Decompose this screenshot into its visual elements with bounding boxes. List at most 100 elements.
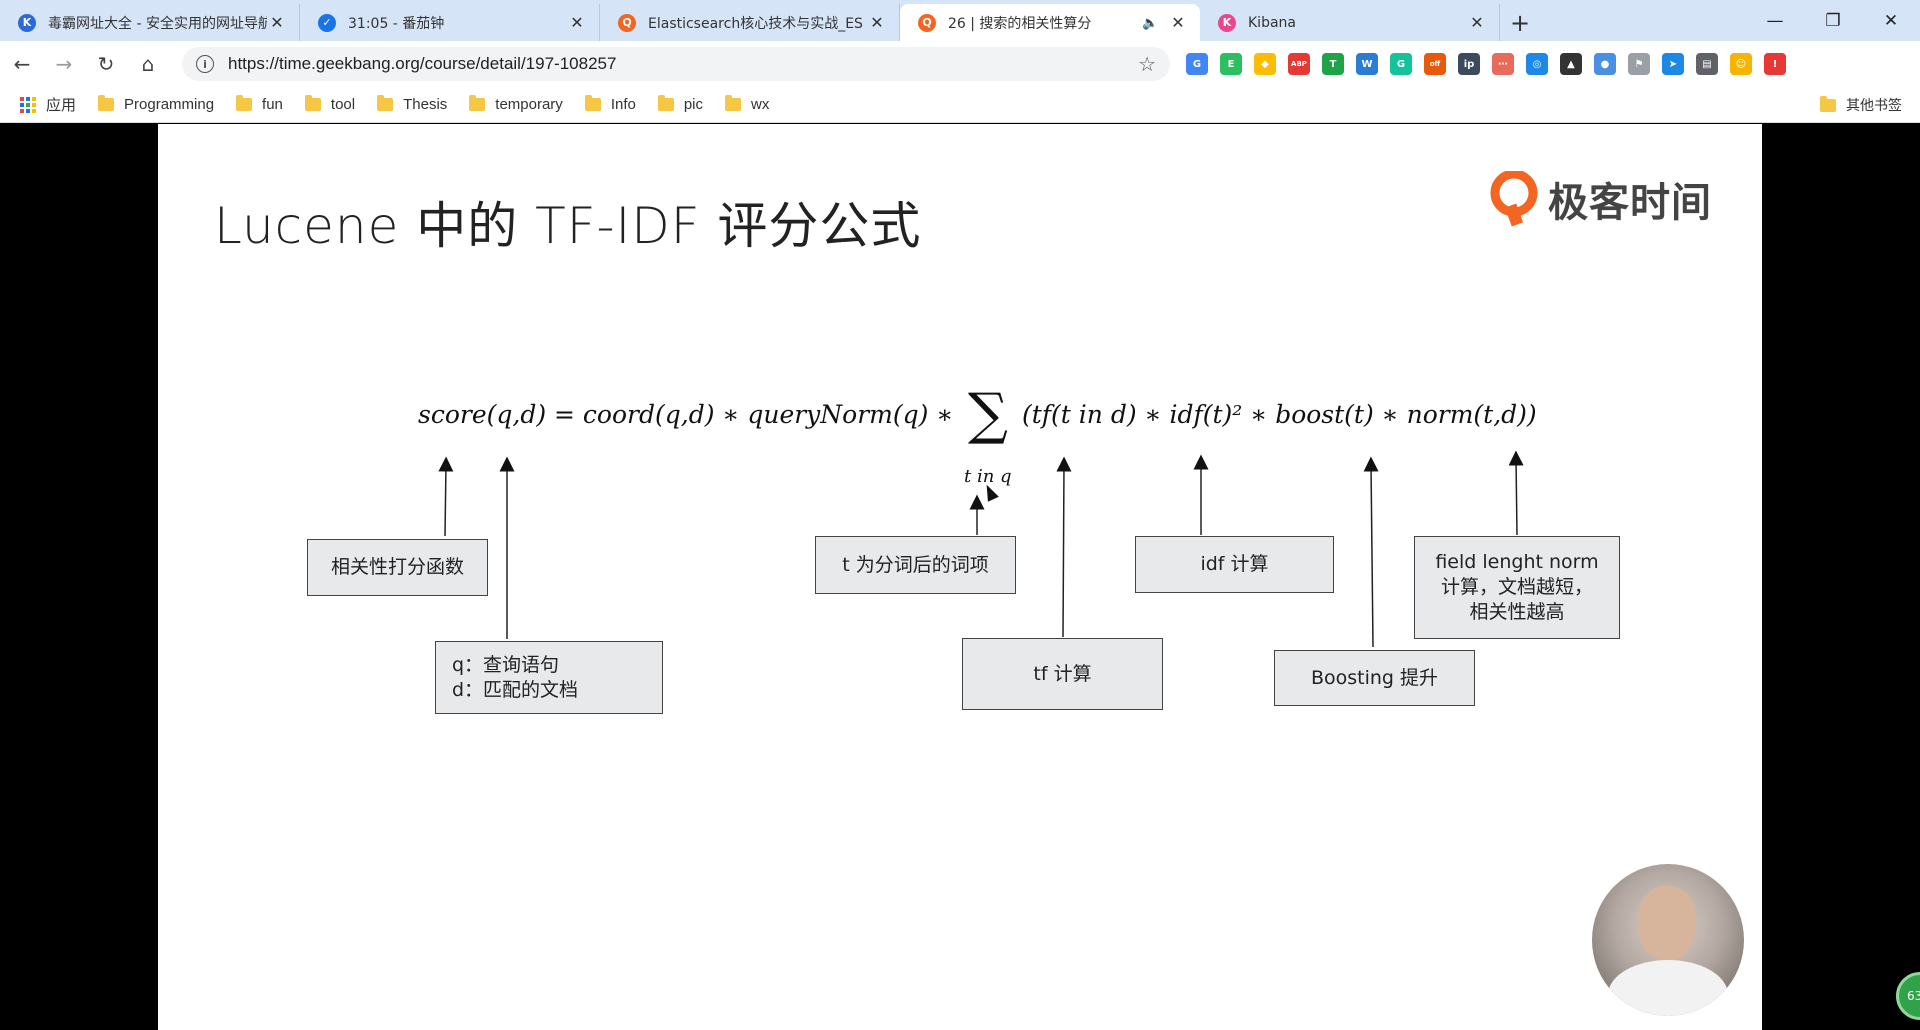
bookmark-label: tool bbox=[330, 96, 356, 113]
bookmark-0[interactable]: 应用 bbox=[20, 94, 76, 115]
reload-button[interactable]: ↻ bbox=[86, 44, 126, 84]
tab-close-icon[interactable]: ✕ bbox=[267, 13, 287, 33]
bookmark-star-icon[interactable]: ☆ bbox=[1138, 52, 1156, 76]
circle-icon[interactable]: ● bbox=[1594, 53, 1616, 75]
box-boosting: Boosting 提升 bbox=[1274, 650, 1475, 706]
box-norm-line-3: 相关性越高 bbox=[1469, 600, 1565, 623]
alert-icon[interactable]: ! bbox=[1764, 53, 1786, 75]
box-d-line: d：匹配的文档 bbox=[452, 678, 579, 701]
back-button[interactable]: ← bbox=[2, 44, 42, 84]
tab-favicon-icon: Q bbox=[618, 13, 636, 32]
bookmark-label: temporary bbox=[495, 96, 563, 113]
adblock-icon[interactable]: ABP bbox=[1288, 53, 1310, 75]
presenter-head bbox=[1638, 886, 1696, 960]
folder-icon bbox=[725, 95, 742, 111]
tab-0[interactable]: K 毒霸网址大全 - 安全实用的网址导航 ✕ bbox=[0, 4, 300, 41]
shield-icon[interactable]: T bbox=[1322, 53, 1344, 75]
box-score-function-text: 相关性打分函数 bbox=[330, 556, 464, 579]
tab-close-icon[interactable]: ✕ bbox=[1168, 13, 1188, 33]
folder-icon bbox=[584, 95, 601, 111]
evernote-icon[interactable]: E bbox=[1220, 53, 1242, 75]
bookmark-label: Thesis bbox=[403, 96, 448, 113]
tab-3[interactable]: Q 26 | 搜索的相关性算分 🔈 ✕ bbox=[900, 4, 1200, 41]
bookmark-7[interactable]: pic bbox=[657, 95, 704, 113]
doc-icon[interactable]: ▤ bbox=[1696, 53, 1718, 75]
tab-favicon-icon: Q bbox=[918, 13, 936, 32]
floating-badge[interactable]: 63 bbox=[1896, 972, 1920, 1020]
address-url[interactable]: https://time.geekbang.org/course/detail/… bbox=[228, 54, 1138, 74]
slide: Lucene 中的 TF-IDF 评分公式 极客时间 score(q,d) = … bbox=[158, 124, 1762, 1030]
box-tf: tf 计算 bbox=[962, 638, 1163, 710]
sigma-symbol: ∑ bbox=[968, 382, 1008, 447]
folder-icon bbox=[469, 95, 486, 111]
globe-icon[interactable]: ◎ bbox=[1526, 53, 1548, 75]
bookmark-label: Programming bbox=[124, 96, 215, 113]
restore-button[interactable]: ❐ bbox=[1804, 0, 1862, 41]
bookmark-4[interactable]: Thesis bbox=[377, 95, 448, 113]
window-controls: — ❐ ✕ bbox=[1746, 0, 1920, 41]
minimize-button[interactable]: — bbox=[1746, 0, 1804, 41]
slide-title: Lucene 中的 TF-IDF 评分公式 bbox=[214, 197, 922, 255]
box-boosting-text: Boosting 提升 bbox=[1310, 666, 1439, 689]
tab-audio-icon[interactable]: 🔈 bbox=[1142, 16, 1158, 31]
grammarly-icon[interactable]: G bbox=[1390, 53, 1412, 75]
tab-close-icon[interactable]: ✕ bbox=[1467, 13, 1487, 33]
tab-4[interactable]: K Kibana ✕ bbox=[1200, 4, 1500, 41]
bookmark-label: 应用 bbox=[46, 97, 77, 114]
bookmark-label: pic bbox=[683, 96, 704, 113]
new-tab-button[interactable]: + bbox=[1500, 4, 1540, 41]
folder-icon bbox=[1820, 95, 1836, 112]
browser-toolbar: ← → ↻ ⌂ i https://time.geekbang.org/cour… bbox=[0, 41, 1920, 87]
box-q-line: q：查询语句 bbox=[452, 653, 560, 676]
tab-close-icon[interactable]: ✕ bbox=[567, 13, 587, 33]
box-norm-line-2: 计算，文档越短， bbox=[1440, 576, 1593, 599]
tab-close-icon[interactable]: ✕ bbox=[867, 13, 887, 33]
emoji-icon[interactable]: ☺ bbox=[1730, 53, 1752, 75]
dark-icon[interactable]: ▲ bbox=[1560, 53, 1582, 75]
box-term-text: t 为分词后的词项 bbox=[842, 553, 989, 576]
bookmark-2[interactable]: fun bbox=[236, 95, 283, 113]
flag-icon[interactable]: ⚑ bbox=[1628, 53, 1650, 75]
formula-left: score(q,d) = coord(q,d) ∗ queryNorm(q) ∗ bbox=[418, 400, 954, 429]
other-bookmarks[interactable]: 其他书签 bbox=[1820, 87, 1902, 123]
logo-text: 极客时间 bbox=[1548, 180, 1712, 226]
bookmark-1[interactable]: Programming bbox=[98, 95, 215, 113]
tab-1[interactable]: ✓ 31:05 - 番茄钟 ✕ bbox=[300, 4, 600, 41]
tab-favicon-icon: ✓ bbox=[318, 13, 336, 32]
bookmark-label: wx bbox=[751, 96, 770, 113]
box-norm: field lenght norm 计算，文档越短， 相关性越高 bbox=[1414, 536, 1620, 639]
tab-favicon-icon: K bbox=[18, 13, 36, 32]
tab-strip: K 毒霸网址大全 - 安全实用的网址导航 ✕ ✓ 31:05 - 番茄钟 ✕ Q Elasti… bbox=[0, 0, 1920, 41]
tab-title: 31:05 - 番茄钟 bbox=[348, 15, 445, 32]
tab-title: 26 | 搜索的相关性算分 bbox=[948, 15, 1092, 32]
geekbang-logo: 极客时间 bbox=[1490, 169, 1712, 228]
folder-icon bbox=[304, 95, 321, 111]
forward-button[interactable]: → bbox=[44, 44, 84, 84]
word-icon[interactable]: W bbox=[1356, 53, 1378, 75]
chrome-multi-icon[interactable]: ◆ bbox=[1254, 53, 1276, 75]
translate-icon[interactable]: G bbox=[1186, 53, 1208, 75]
close-window-button[interactable]: ✕ bbox=[1862, 0, 1920, 41]
video-player[interactable]: Lucene 中的 TF-IDF 评分公式 极客时间 score(q,d) = … bbox=[0, 124, 1920, 1030]
geekbang-logo-icon bbox=[1490, 169, 1538, 227]
home-button[interactable]: ⌂ bbox=[128, 44, 168, 84]
bookmark-3[interactable]: tool bbox=[304, 95, 356, 113]
tab-2[interactable]: Q Elasticsearch核心技术与实战_ES ✕ bbox=[600, 4, 900, 41]
bookmark-6[interactable]: Info bbox=[584, 95, 636, 113]
bookmark-8[interactable]: wx bbox=[725, 95, 770, 113]
off-icon[interactable]: off bbox=[1424, 53, 1446, 75]
site-info-icon[interactable]: i bbox=[196, 55, 214, 73]
arrow-icon[interactable]: ➤ bbox=[1662, 53, 1684, 75]
tab-favicon-icon: K bbox=[1218, 13, 1236, 32]
ip-icon[interactable]: ip bbox=[1458, 53, 1480, 75]
box-tf-text: tf 计算 bbox=[1033, 662, 1092, 685]
other-bookmarks-label: 其他书签 bbox=[1846, 98, 1902, 114]
address-bar[interactable]: i https://time.geekbang.org/course/detai… bbox=[182, 47, 1170, 81]
box-term: t 为分词后的词项 bbox=[815, 536, 1016, 594]
tab-title: Kibana bbox=[1248, 14, 1296, 31]
folder-icon bbox=[657, 95, 674, 111]
bookmark-5[interactable]: temporary bbox=[469, 95, 563, 113]
presenter-body bbox=[1608, 960, 1728, 1016]
share-icon[interactable]: ⋯ bbox=[1492, 53, 1514, 75]
folder-icon bbox=[377, 95, 394, 111]
